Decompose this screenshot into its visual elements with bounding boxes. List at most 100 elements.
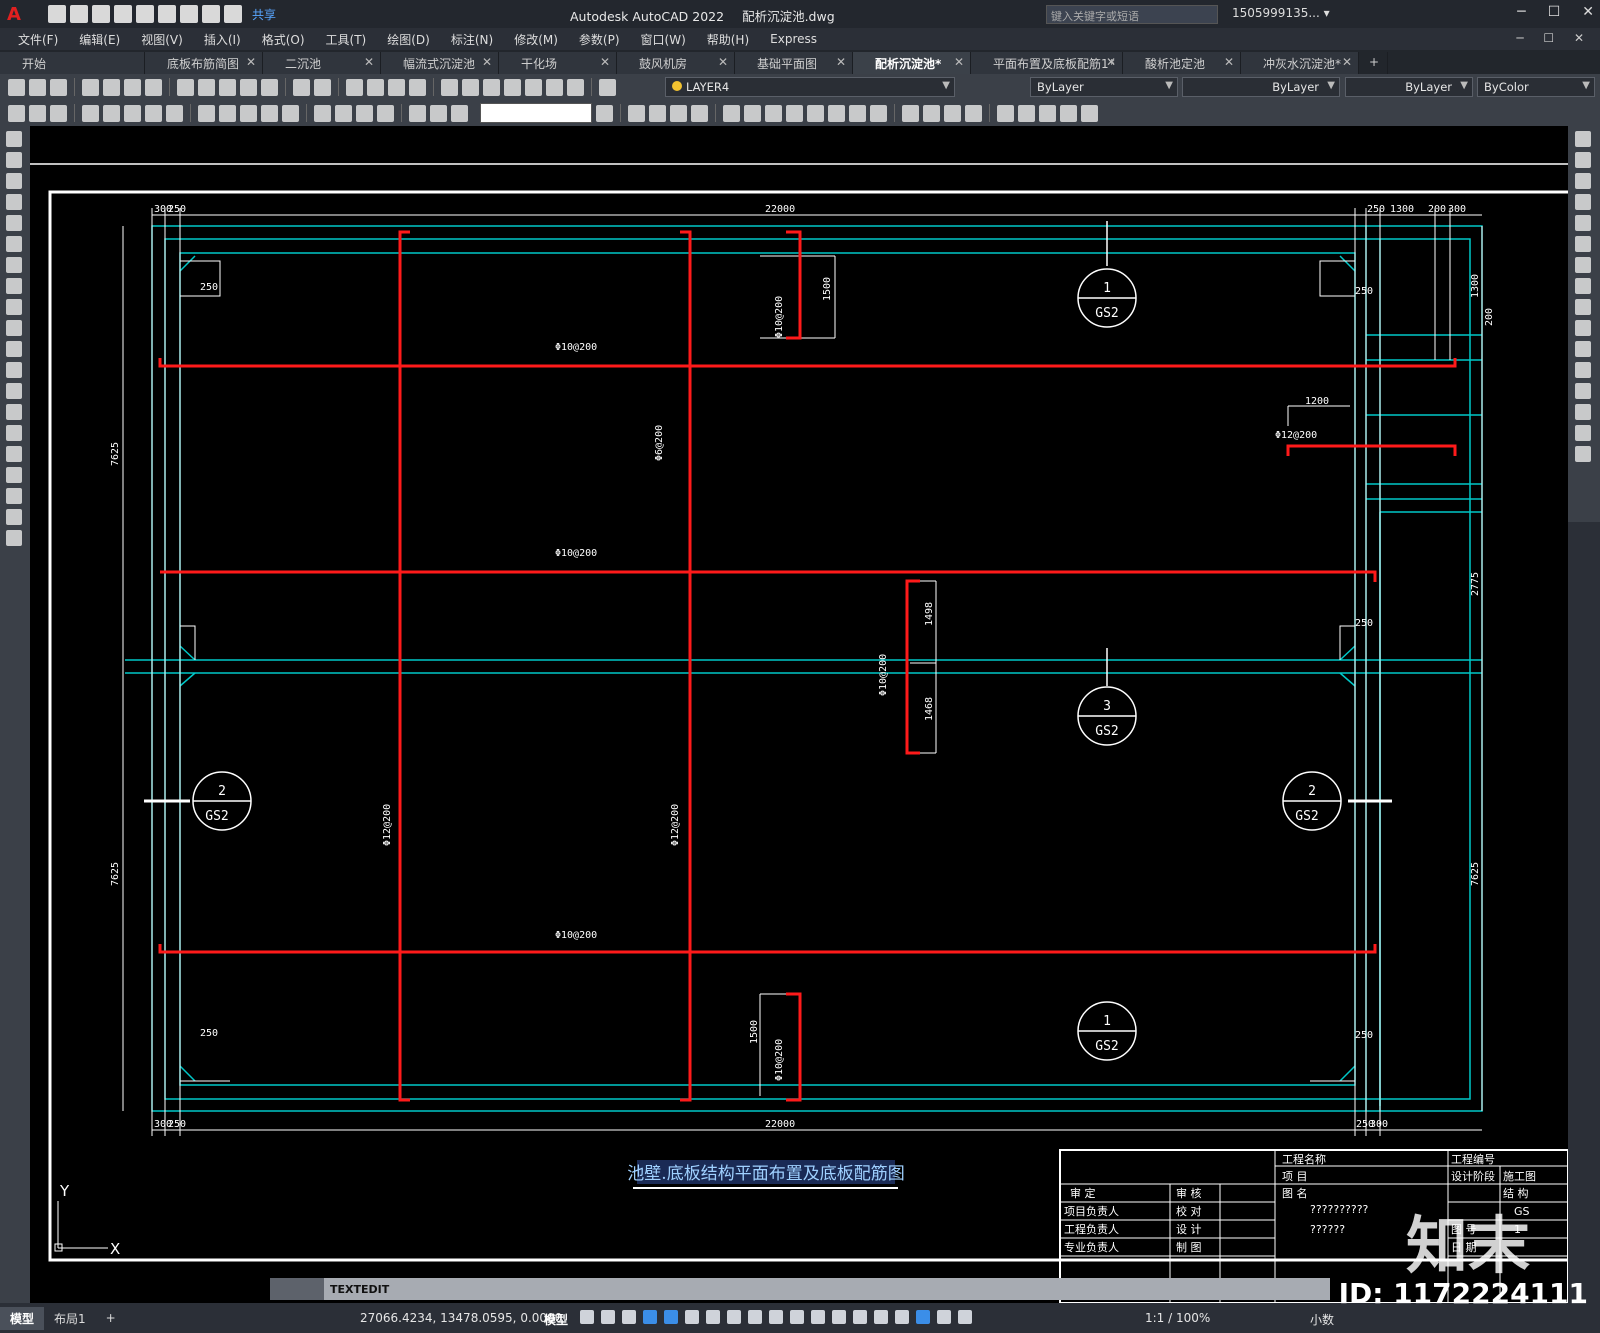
diameter-dim-icon[interactable] <box>145 104 162 122</box>
save-icon[interactable] <box>92 5 110 23</box>
properties-icon[interactable] <box>441 78 458 96</box>
command-line-controls[interactable] <box>270 1278 324 1300</box>
menu-window[interactable]: 窗口(W) <box>641 31 686 48</box>
close-icon[interactable]: ✕ <box>1582 4 1594 20</box>
plotstyle-dropdown[interactable]: ByColor ▼ <box>1477 77 1595 97</box>
linear-dim-icon[interactable] <box>8 104 25 122</box>
tab-file[interactable]: 幅流式沉淀池 ✕ <box>381 52 499 74</box>
help-icon[interactable] <box>567 78 584 96</box>
menu-help[interactable]: 帮助(H) <box>707 31 749 48</box>
jogged-linear-icon[interactable] <box>377 104 394 122</box>
tab-file[interactable]: 干化场 ✕ <box>499 52 617 74</box>
clip-icon[interactable] <box>744 104 761 122</box>
add-layout-button[interactable]: + <box>96 1308 126 1328</box>
make-block-icon[interactable] <box>6 383 22 399</box>
zoom-previous-icon[interactable] <box>409 78 426 96</box>
units-display[interactable]: 小数 <box>1310 1311 1334 1328</box>
arc-length-icon[interactable] <box>50 104 67 122</box>
stretch-icon[interactable] <box>1575 299 1591 315</box>
open-icon[interactable] <box>70 5 88 23</box>
transparency-icon[interactable] <box>790 1310 804 1324</box>
scale-icon[interactable] <box>1575 278 1591 294</box>
new-tab-button[interactable]: + <box>1359 52 1389 74</box>
arc-icon[interactable] <box>6 236 22 252</box>
tab-file[interactable]: 冲灰水沉淀池* ✕ <box>1241 52 1359 74</box>
menu-insert[interactable]: 插入(I) <box>204 31 241 48</box>
radius-dim-icon[interactable] <box>103 104 120 122</box>
coordinate-readout[interactable]: 27066.4234, 13478.0595, 0.0000 <box>360 1311 562 1325</box>
revision-cloud-icon[interactable] <box>6 278 22 294</box>
layer-isolate-icon[interactable] <box>1018 104 1035 122</box>
point-icon[interactable] <box>6 404 22 420</box>
paste-icon[interactable] <box>219 78 236 96</box>
tab-start[interactable]: 开始 <box>0 52 145 74</box>
tab-file[interactable]: 鼓风机房 ✕ <box>617 52 735 74</box>
tab-close-icon[interactable]: ✕ <box>954 55 964 69</box>
tab-file[interactable]: 二沉池 ✕ <box>263 52 381 74</box>
rectangle-icon[interactable] <box>6 215 22 231</box>
lineweight-dropdown[interactable]: ByLayer ▼ <box>1345 77 1473 97</box>
match-properties-icon[interactable] <box>240 78 257 96</box>
spline-icon[interactable] <box>6 299 22 315</box>
refclose-icon[interactable] <box>828 104 845 122</box>
redo-icon[interactable] <box>224 5 242 23</box>
region-icon[interactable] <box>6 467 22 483</box>
menu-view[interactable]: 视图(V) <box>141 31 183 48</box>
join-icon[interactable] <box>1575 404 1591 420</box>
tab-file[interactable]: 平面布置及底板配筋1* ✕ <box>971 52 1123 74</box>
open-web-icon[interactable] <box>136 5 154 23</box>
tab-close-icon[interactable]: ✕ <box>246 55 256 69</box>
ellipse-arc-icon[interactable] <box>6 341 22 357</box>
user-account[interactable]: 1505999135... ▾ <box>1232 6 1330 20</box>
tool-palettes-icon[interactable] <box>483 78 500 96</box>
save-as-icon[interactable] <box>114 5 132 23</box>
color-dropdown[interactable]: ByLayer ▼ <box>1030 77 1178 97</box>
drawing-canvas[interactable]: 22000 22000 300 250 250 1300 200 300 300… <box>30 126 1568 1303</box>
array-icon[interactable] <box>1575 215 1591 231</box>
break-icon[interactable] <box>1575 383 1591 399</box>
lineweight-icon[interactable] <box>769 1310 783 1324</box>
layer-off-icon[interactable] <box>1060 104 1077 122</box>
isodraft-icon[interactable] <box>706 1310 720 1324</box>
tab-file[interactable]: 酸析池定池 ✕ <box>1123 52 1241 74</box>
tab-file-active[interactable]: 配析沉淀池* ✕ <box>853 52 971 74</box>
zoom-window-icon[interactable] <box>388 78 405 96</box>
annotation-scale-icon[interactable] <box>958 1310 972 1324</box>
xref-icon[interactable] <box>723 104 740 122</box>
menu-format[interactable]: 格式(O) <box>262 31 305 48</box>
copy-object-icon[interactable] <box>1575 152 1591 168</box>
center-mark-icon[interactable] <box>335 104 352 122</box>
ortho-icon[interactable] <box>664 1310 678 1324</box>
mirror-icon[interactable] <box>1575 173 1591 189</box>
refedit-icon[interactable] <box>786 104 803 122</box>
tab-close-icon[interactable]: ✕ <box>482 55 492 69</box>
tolerance-icon[interactable] <box>314 104 331 122</box>
model-space-button[interactable]: 模型 <box>544 1311 568 1328</box>
dim-update-icon[interactable] <box>451 104 468 122</box>
move-icon[interactable] <box>1575 236 1591 252</box>
block-icon[interactable] <box>628 104 645 122</box>
doc-window-controls[interactable]: ─ ☐ ✕ <box>1516 31 1592 45</box>
block-editor-icon[interactable] <box>261 78 278 96</box>
sheet-set-icon[interactable] <box>504 78 521 96</box>
ordinate-dim-icon[interactable] <box>82 104 99 122</box>
tab-close-icon[interactable]: ✕ <box>1342 55 1352 69</box>
dim-style-dropdown[interactable] <box>480 103 592 123</box>
object-snap-icon[interactable] <box>748 1310 762 1324</box>
menu-modify[interactable]: 修改(M) <box>514 31 558 48</box>
angular-dim-icon[interactable] <box>166 104 183 122</box>
new-icon[interactable] <box>48 5 66 23</box>
drawing-title[interactable]: 池壁.底板结构平面布置及底板配筋图 <box>627 1164 904 1184</box>
layer-previous-icon[interactable] <box>997 104 1014 122</box>
grid-icon[interactable] <box>580 1310 594 1324</box>
add-selected-icon[interactable] <box>6 530 22 546</box>
field-icon[interactable] <box>902 104 919 122</box>
tab-layout1[interactable]: 布局1 <box>44 1307 96 1330</box>
fillet-icon[interactable] <box>1575 446 1591 462</box>
polygon-icon[interactable] <box>6 194 22 210</box>
image-icon[interactable] <box>849 104 866 122</box>
annotation-scale[interactable]: 1:1 / 100% <box>1145 1311 1210 1325</box>
preview-icon[interactable] <box>103 78 120 96</box>
insert-icon[interactable] <box>649 104 666 122</box>
tab-close-icon[interactable]: ✕ <box>1106 55 1116 69</box>
